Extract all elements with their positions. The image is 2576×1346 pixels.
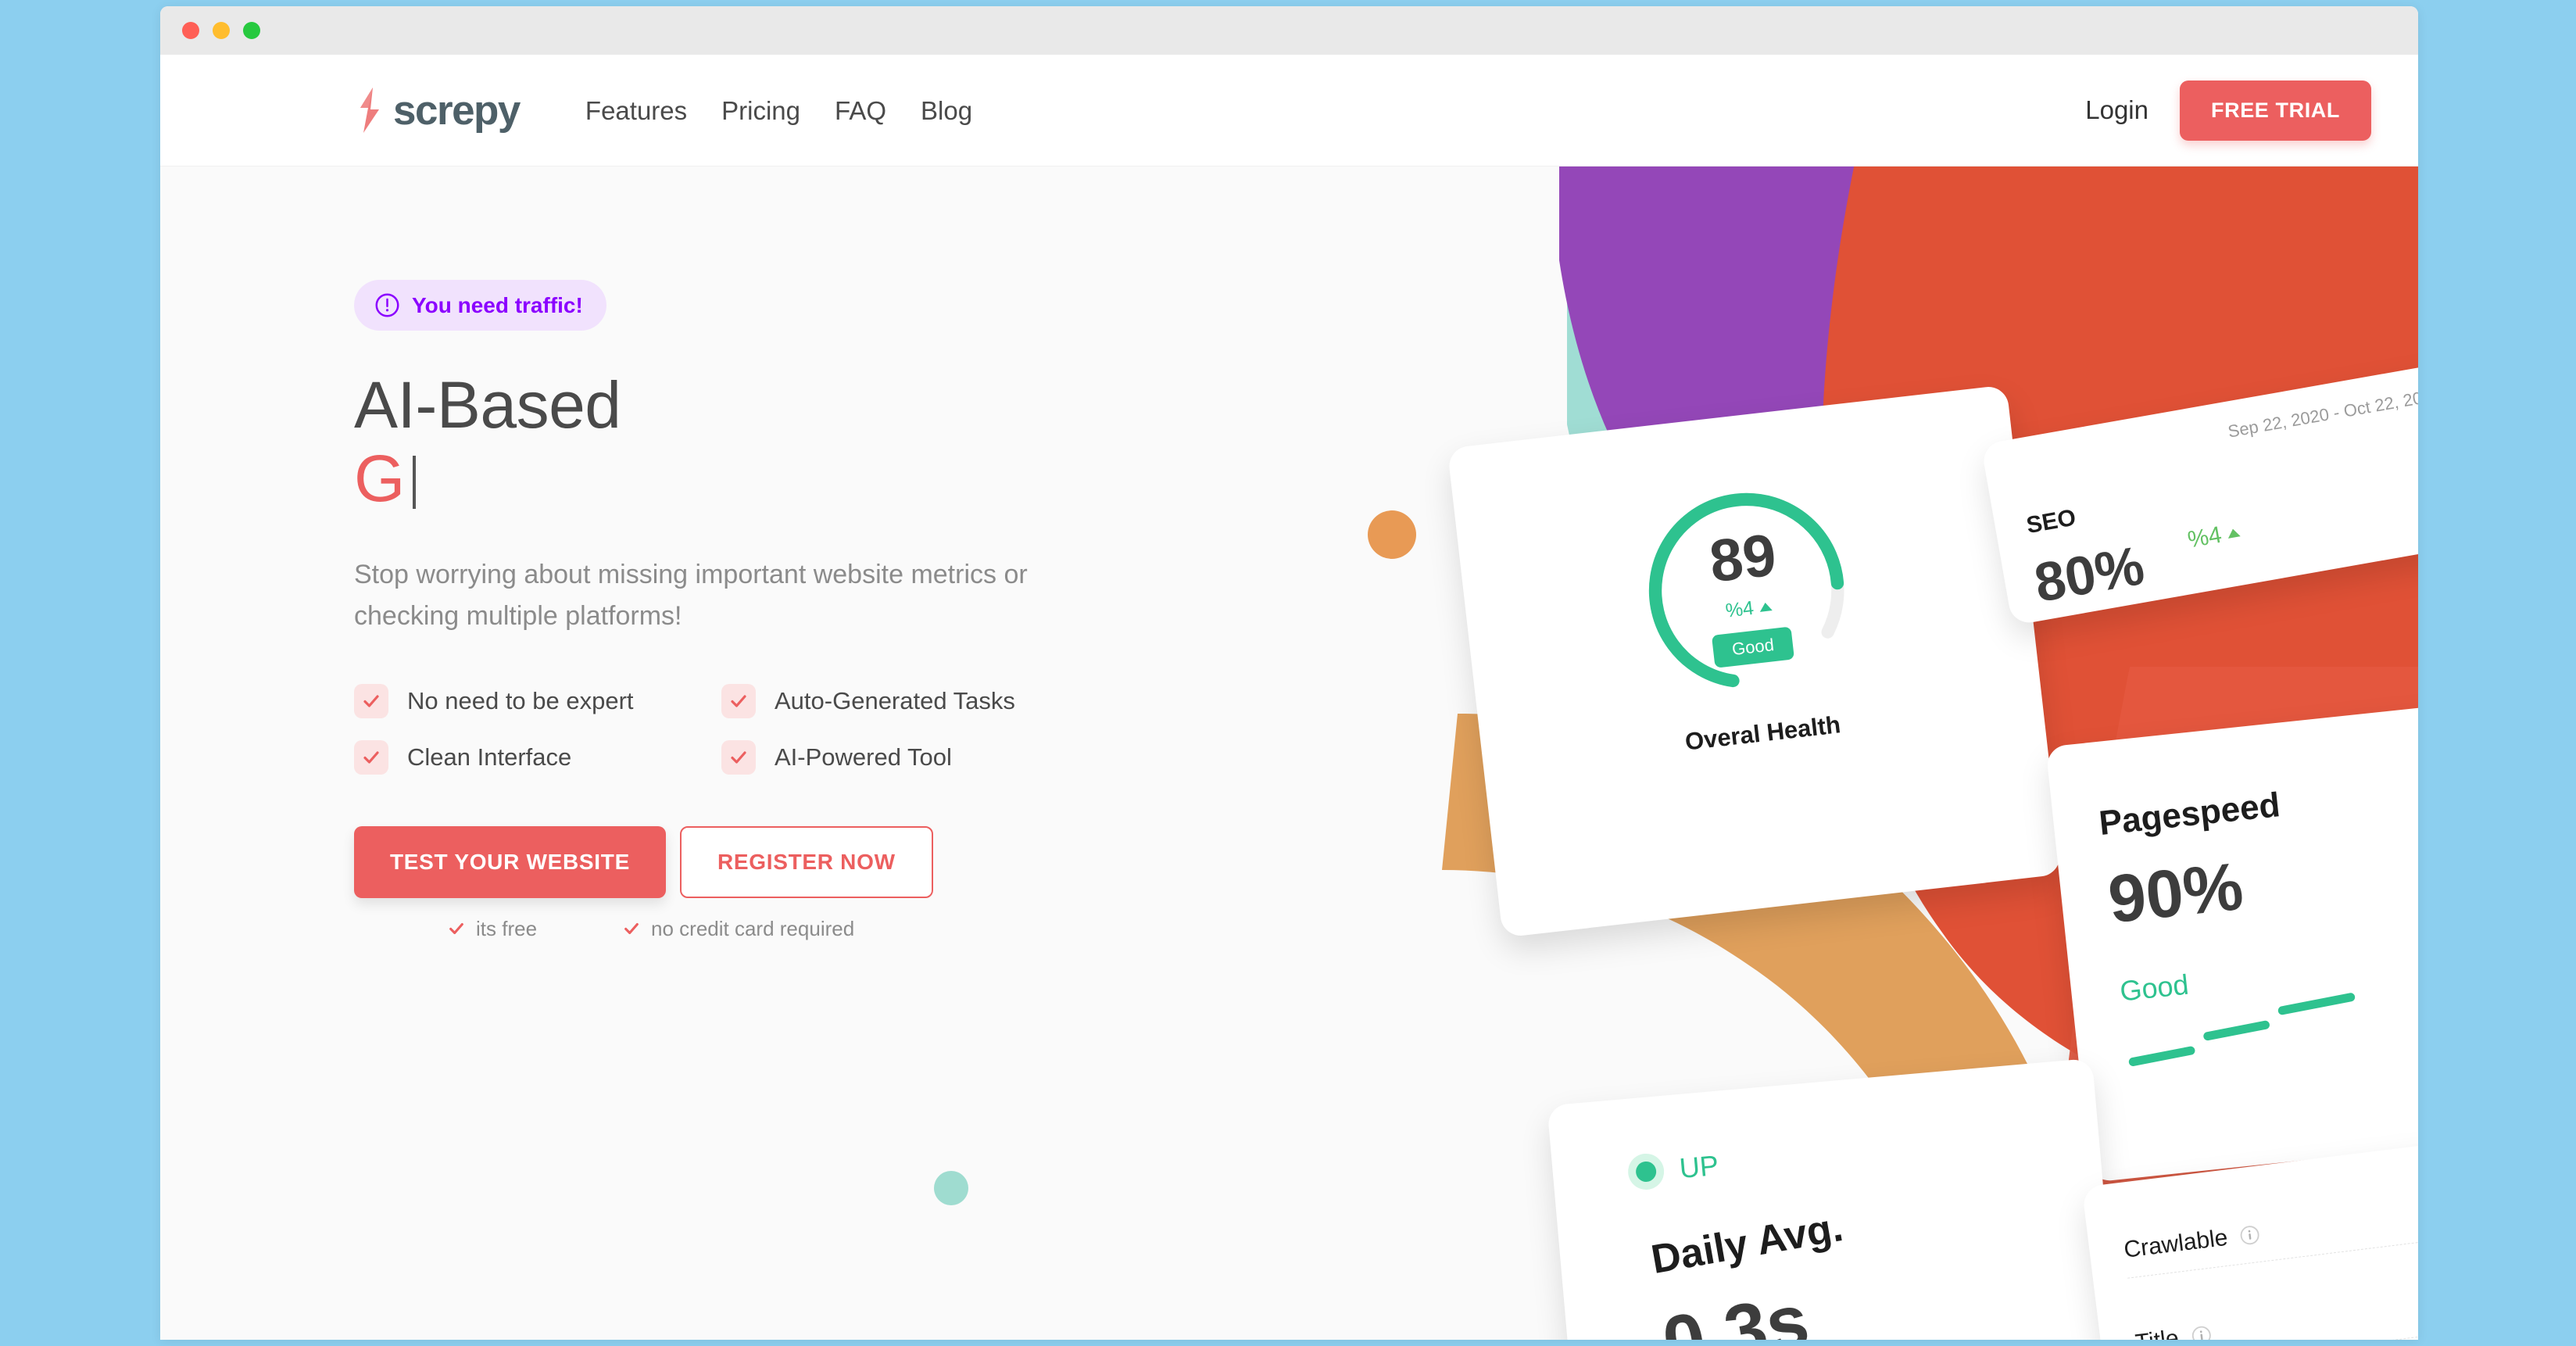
seo-card-label: SEO: [2024, 504, 2078, 539]
health-gauge: 89 %4 Good: [1626, 470, 1868, 712]
nav-item-features[interactable]: Features: [585, 98, 687, 124]
login-link[interactable]: Login: [2085, 95, 2148, 125]
page-title: AI-Based G: [354, 368, 1198, 515]
brand-name: screpy: [393, 87, 521, 134]
typing-caret: [412, 456, 416, 510]
health-delta-value: %4: [1724, 596, 1755, 622]
table-row: Title 1 Pages: [2134, 1269, 2418, 1340]
seo-delta-value: %4: [2185, 521, 2224, 553]
hero-section: You need traffic! AI-Based G Stop worryi…: [160, 166, 2418, 1340]
pagespeed-status: Good: [2118, 968, 2191, 1008]
bar-segment: [2202, 1019, 2270, 1042]
info-icon[interactable]: [2239, 1224, 2262, 1247]
seo-delta: %4: [2185, 520, 2242, 553]
site-header: screpy Features Pricing FAQ Blog Login F…: [160, 55, 2418, 166]
nav-item-faq[interactable]: FAQ: [835, 98, 886, 124]
hero-content: You need traffic! AI-Based G Stop worryi…: [354, 280, 1198, 939]
feature-item-clean-interface: Clean Interface: [354, 739, 721, 775]
feature-label: Clean Interface: [407, 743, 572, 771]
seo-score: 80%: [2030, 534, 2148, 614]
daily-average-title: Daily Avg.: [1648, 1204, 1847, 1283]
cta-notes: its free no credit card required: [354, 918, 1198, 939]
test-your-website-button[interactable]: TEST YOUR WEBSITE: [354, 825, 666, 898]
feature-item-no-expert: No need to be expert: [354, 683, 721, 718]
bar-segment: [2127, 1045, 2196, 1067]
browser-window: screpy Features Pricing FAQ Blog Login F…: [160, 6, 2418, 1340]
feature-label: Auto-Generated Tasks: [775, 687, 1015, 715]
check-icon: [721, 739, 756, 775]
arrow-up-icon: [2227, 527, 2241, 539]
register-now-button[interactable]: REGISTER NOW: [679, 825, 933, 898]
health-score: 89: [1706, 521, 1780, 595]
uptime-status: UP: [1626, 1147, 1720, 1191]
note-no-credit-card: no credit card required: [623, 918, 854, 939]
minimize-window-button[interactable]: [213, 22, 230, 39]
decor-circle-orange: [1368, 510, 1416, 559]
exclamation-circle-icon: [375, 293, 399, 317]
check-icon: [449, 922, 463, 934]
check-icon: [354, 683, 388, 718]
bar-segment: [2277, 992, 2356, 1016]
feature-item-auto-tasks: Auto-Generated Tasks: [721, 683, 1198, 718]
checklist-label: Crawlable: [2122, 1224, 2230, 1263]
pagespeed-card: Pagespeed 90% Good: [2045, 698, 2418, 1183]
health-status-badge: Good: [1711, 625, 1794, 668]
feature-item-ai-powered: AI-Powered Tool: [721, 739, 1198, 775]
window-chrome: [160, 6, 2418, 55]
feature-list: No need to be expert Auto-Generated Task…: [354, 683, 1198, 775]
overall-health-card: 89 %4 Good Overal Health: [1447, 385, 2063, 938]
pagespeed-score: 90%: [2105, 848, 2247, 938]
check-icon: [624, 922, 639, 934]
note-label: no credit card required: [651, 916, 855, 940]
info-icon[interactable]: [2190, 1324, 2213, 1340]
maximize-window-button[interactable]: [243, 22, 260, 39]
feature-label: AI-Powered Tool: [775, 743, 952, 771]
seo-card: Sep 22, 2020 - Oct 22, 2020 SEO 80% %4: [1980, 360, 2418, 626]
note-label: its free: [476, 916, 538, 940]
checklist-label: Title: [2134, 1325, 2180, 1340]
check-icon: [354, 739, 388, 775]
health-card-caption: Overal Health: [1683, 711, 1842, 756]
header-actions: Login FREE TRIAL: [2085, 80, 2371, 141]
cta-row: TEST YOUR WEBSITE REGISTER NOW: [354, 825, 1198, 898]
nav-item-pricing[interactable]: Pricing: [721, 98, 800, 124]
check-icon: [721, 683, 756, 718]
lightning-bolt-icon: [360, 88, 379, 133]
health-delta: %4: [1724, 596, 1773, 621]
seo-date-range: Sep 22, 2020 - Oct 22, 2020: [2226, 385, 2418, 442]
free-trial-button[interactable]: FREE TRIAL: [2180, 80, 2371, 141]
pagespeed-title: Pagespeed: [2097, 786, 2282, 843]
uptime-status-label: UP: [1678, 1148, 1720, 1185]
headline-line-1: AI-Based: [354, 368, 621, 442]
close-window-button[interactable]: [182, 22, 199, 39]
daily-average-card: UP Daily Avg. 0.3s: [1547, 1058, 2134, 1340]
hero-subtitle: Stop worrying about missing important we…: [354, 560, 1028, 631]
feature-label: No need to be expert: [407, 687, 634, 715]
decor-circle-teal: [934, 1171, 968, 1205]
headline-typed-word: G: [354, 442, 405, 516]
brand-logo[interactable]: screpy: [356, 87, 521, 134]
traffic-badge-label: You need traffic!: [412, 292, 583, 317]
main-nav: Features Pricing FAQ Blog: [585, 98, 972, 124]
traffic-badge: You need traffic!: [354, 280, 606, 331]
note-its-free: its free: [448, 918, 537, 939]
gauge-center: 89 %4 Good: [1626, 470, 1868, 712]
nav-item-blog[interactable]: Blog: [921, 98, 972, 124]
arrow-up-icon: [1758, 601, 1773, 612]
status-dot-icon: [1626, 1152, 1666, 1191]
daily-average-value: 0.3s: [1656, 1278, 1816, 1340]
table-row: Crawlable: [2122, 1176, 2418, 1279]
